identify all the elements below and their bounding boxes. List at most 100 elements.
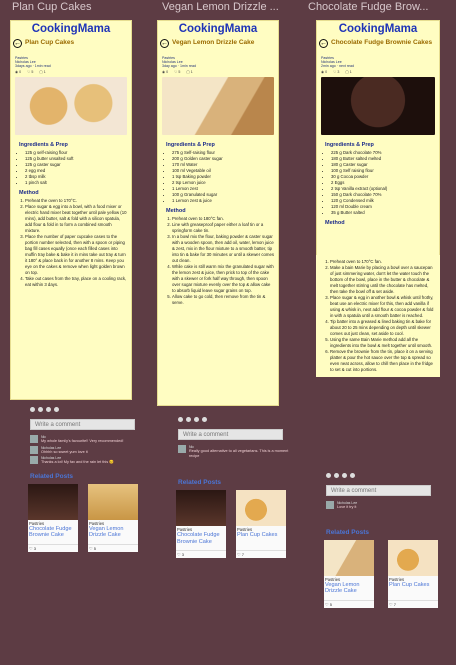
facebook-icon[interactable] — [178, 417, 183, 422]
comments-stat[interactable]: ▢ 1 — [345, 70, 351, 74]
views-stat: ◉ 0 — [162, 69, 169, 74]
twitter-icon[interactable] — [186, 417, 191, 422]
eye-icon: ◉ — [15, 69, 19, 74]
comment-input[interactable]: Write a comment — [178, 429, 283, 440]
views-stat: ◉ 0 — [321, 69, 328, 74]
email-icon[interactable] — [350, 473, 355, 478]
comment-input[interactable]: Write a comment — [326, 485, 431, 496]
comment-icon: ▢ — [39, 69, 43, 74]
recipe-photo — [321, 76, 435, 135]
method-step: Take out cases from the tray, place on a… — [25, 276, 127, 288]
related-likes: ♡ 5 — [324, 599, 374, 608]
comment-item: Nicholas Lee Ohhhh so sweet yum love it — [28, 445, 148, 456]
related-likes: ♡ 7 — [236, 550, 286, 558]
method-steps: Preheat oven to 180°C fan. Line with gre… — [158, 216, 278, 306]
related-likes: ♡ 3 — [28, 543, 78, 552]
method-heading: Method — [325, 219, 345, 226]
related-card[interactable]: Pastries Plan Cup Cakes ♡ 7 — [236, 490, 286, 559]
avatar — [30, 445, 38, 454]
likes-stat[interactable]: ♡ 5 — [174, 70, 180, 74]
method-step: Tip batter into a greased & lined baking… — [330, 319, 436, 337]
related-card[interactable]: Pastries Chocolate Fudge Brownie Cake ♡ … — [28, 483, 78, 552]
comments-stat[interactable]: ▢ 1 — [186, 70, 192, 74]
related-image — [88, 483, 138, 520]
comments-stat[interactable]: ▢ 1 — [39, 70, 45, 74]
method-steps: Preheat oven to 170°C fan. Make a bain M… — [316, 255, 440, 377]
related-title[interactable]: Vegan Lemon Drizzle Cake — [88, 526, 138, 544]
method-step: Using the same Bain Marie method add all… — [330, 337, 436, 349]
recipe-time: 3days ago — [15, 64, 32, 69]
recipe-read: 1min read — [34, 64, 51, 69]
related-title[interactable]: Chocolate Fudge Brownie Cake — [176, 532, 226, 550]
twitter-icon[interactable] — [38, 407, 43, 412]
method-step: While cake is still warm mix the granula… — [172, 264, 274, 294]
related-likes: ♡ 5 — [88, 543, 138, 552]
related-posts: Pastries Vegan Lemon Drizzle Cake ♡ 5 Pa… — [324, 539, 448, 608]
method-heading: Method — [166, 207, 186, 214]
comment-text: My whole family's favourite!! Very recom… — [41, 439, 124, 443]
related-posts: Pastries Chocolate Fudge Brownie Cake ♡ … — [28, 483, 148, 552]
back-arrow-icon[interactable]: ← — [160, 39, 169, 48]
recipe-photo — [162, 76, 274, 135]
method-step: In a bowl mix the flour, baking powder &… — [172, 234, 274, 264]
twitter-icon[interactable] — [334, 473, 339, 478]
recipe-read: 1min read — [180, 64, 196, 69]
tab-title: Chocolate Fudge Brow... — [308, 1, 429, 13]
recipe-title: Vegan Lemon Drizzle Cake — [172, 39, 255, 46]
recipe-read: next read — [339, 64, 354, 69]
related-title[interactable]: Plan Cup Cakes — [236, 532, 286, 550]
related-card[interactable]: Pastries Vegan Lemon Drizzle Cake ♡ 5 — [324, 539, 374, 608]
related-title[interactable]: Plan Cup Cakes — [388, 582, 438, 600]
comment-icon: ▢ — [345, 69, 349, 74]
ingredients-list: 125 g self-raising flour 125 g butter un… — [11, 150, 131, 186]
ingredients-heading: Ingredients & Prep — [166, 141, 215, 148]
likes-stat[interactable]: ♡ 5 — [27, 70, 33, 74]
comment-item: Nic My whole family's favourite!! Very r… — [28, 434, 148, 445]
column-plan-cup-cakes: Plan Cup Cakes CookingMama ← Plan Cup Ca… — [0, 0, 150, 552]
comment-text: Ohhhh so sweet yum love it — [41, 449, 88, 454]
back-arrow-icon[interactable]: ← — [319, 39, 328, 48]
column-chocolate-fudge: Chocolate Fudge Brow... CookingMama ← Ch… — [300, 0, 456, 608]
pinterest-icon[interactable] — [194, 417, 199, 422]
email-icon[interactable] — [54, 407, 59, 412]
facebook-icon[interactable] — [326, 473, 331, 478]
avatar — [326, 501, 334, 509]
comment-item: Nic Really good alternative to all veget… — [176, 444, 298, 459]
related-title[interactable]: Chocolate Fudge Brownie Cake — [28, 526, 78, 544]
brand-logo: CookingMama — [178, 23, 258, 35]
heart-icon: ♡ — [333, 69, 337, 74]
related-card[interactable]: Pastries Chocolate Fudge Brownie Cake ♡ … — [176, 490, 226, 559]
share-bar — [324, 470, 448, 481]
comment-input[interactable]: Write a comment — [30, 419, 135, 430]
likes-stat[interactable]: ♡ 3 — [333, 70, 339, 74]
related-heading: Related Posts — [326, 528, 369, 536]
pinterest-icon[interactable] — [46, 407, 51, 412]
tab-title: Vegan Lemon Drizzle ... — [162, 1, 279, 13]
recipe-photo — [15, 76, 127, 135]
facebook-icon[interactable] — [30, 407, 35, 412]
related-title[interactable]: Vegan Lemon Drizzle Cake — [324, 582, 374, 600]
related-image — [236, 490, 286, 527]
related-heading: Related Posts — [178, 479, 221, 487]
method-step: Line with greaseproof paper either a loa… — [172, 222, 274, 234]
recipe-panel: CookingMama ← Vegan Lemon Drizzle Cake P… — [157, 20, 279, 406]
method-step: Remove the brownie from the tin, place i… — [330, 349, 436, 373]
ingredients-heading: Ingredients & Prep — [325, 141, 374, 148]
method-step: Make a bain Marie by placing a bowl over… — [330, 265, 436, 295]
method-step: Place sugar & egg in another bowl & whis… — [330, 295, 436, 319]
related-posts: Pastries Chocolate Fudge Brownie Cake ♡ … — [176, 490, 298, 559]
back-arrow-icon[interactable]: ← — [13, 39, 22, 48]
recipe-panel: CookingMama ← Plan Cup Cakes Pastries Ni… — [10, 20, 132, 400]
related-card[interactable]: Pastries Plan Cup Cakes ♡ 7 — [388, 539, 438, 608]
comment-item: Nicholas Lee Love it try it — [324, 500, 448, 511]
related-likes: ♡ 7 — [388, 599, 438, 608]
pinterest-icon[interactable] — [342, 473, 347, 478]
method-step: Place sugar & egg into a bowl, with a fo… — [25, 204, 127, 234]
comment-text: Thanks a lot! My fav and the rain let th… — [41, 460, 114, 465]
email-icon[interactable] — [202, 417, 207, 422]
related-card[interactable]: Pastries Vegan Lemon Drizzle Cake ♡ 5 — [88, 483, 138, 552]
heart-icon: ♡ — [89, 545, 93, 551]
brand-logo: CookingMama — [338, 23, 418, 35]
heart-icon: ♡ — [389, 601, 393, 607]
share-bar — [176, 414, 298, 425]
